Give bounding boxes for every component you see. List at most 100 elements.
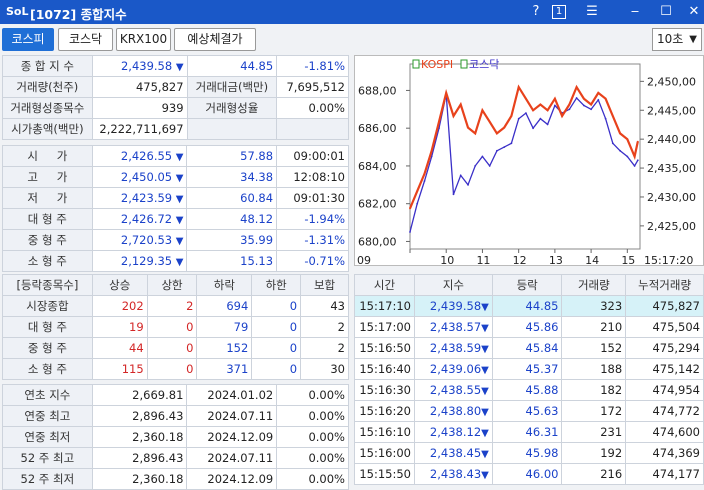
market-cap-label: 시가총액(백만): [2, 118, 93, 140]
data-point: [604, 97, 607, 100]
tick-time: 15:16:40: [354, 358, 415, 380]
yearly-row: 연초 지수 2,669.81 2024.01.02 0.00%: [2, 384, 349, 406]
tick-row[interactable]: 15:16:20 2,438.80▼ 45.63 172 474,772: [354, 400, 704, 422]
price-row: 저 가 2,423.59 ▼ 60.84 09:01:30: [2, 187, 349, 209]
data-point: [633, 155, 636, 158]
yearly-date: 2024.12.09: [186, 468, 278, 490]
left-axis-label: 682,00: [358, 198, 397, 211]
breadth-count: 44: [91, 337, 148, 359]
index-label: 종 합 지 수: [2, 55, 93, 77]
tick-row[interactable]: 15:16:40 2,439.06▼ 45.37 188 475,142: [354, 358, 704, 380]
down-arrow-icon: ▼: [481, 323, 489, 334]
breadth-count: 0: [146, 316, 198, 338]
maximize-button[interactable]: ☐: [657, 3, 675, 21]
tick-row[interactable]: 15:16:30 2,438.55▼ 45.88 182 474,954: [354, 379, 704, 401]
yearly-label: 연중 최고: [2, 405, 93, 427]
data-point: [496, 149, 498, 152]
amount-label: 거래대금(백만): [186, 76, 278, 98]
x-axis-label: 12: [513, 254, 527, 267]
window-number-button[interactable]: 1: [552, 5, 566, 19]
data-point: [532, 109, 534, 112]
down-arrow-icon: ▼: [175, 152, 184, 163]
help-button[interactable]: ?: [527, 3, 545, 21]
breadth-count: 19: [91, 316, 148, 338]
tick-index: 2,438.59▼: [413, 337, 493, 359]
legend-label: 코스닥: [469, 58, 499, 71]
tick-row[interactable]: 15:15:50 2,438.43▼ 46.00 216 474,177: [354, 463, 704, 485]
data-point: [525, 112, 527, 114]
price-change: 34.38: [186, 166, 278, 188]
price-row: 대 형 주 2,426.72 ▼ 48.12 -1.94%: [2, 208, 349, 230]
tab-kospi[interactable]: 코스피: [2, 28, 54, 51]
price-number: 2,423.59: [120, 191, 173, 205]
data-point: [481, 109, 484, 112]
data-point: [546, 109, 549, 112]
tick-index: 2,438.12▼: [413, 421, 493, 443]
left-axis-label: 684,00: [358, 160, 397, 173]
yearly-table: 연초 지수 2,669.81 2024.01.02 0.00% 연중 최고 2,896.4…: [2, 384, 349, 490]
tick-row[interactable]: 15:17:10 2,439.58▼ 44.85 323 475,827: [354, 295, 704, 317]
data-point: [636, 140, 639, 143]
data-point: [416, 190, 419, 193]
data-point: [423, 180, 426, 182]
tick-index-value: 2,438.55: [429, 383, 482, 397]
yearly-row: 52 주 최고 2,896.43 2024.07.11 0.00%: [2, 447, 349, 469]
yearly-label: 52 주 최저: [2, 468, 93, 490]
data-point: [554, 97, 556, 100]
data-point: [611, 142, 614, 145]
breadth-label: 대 형 주: [2, 316, 93, 338]
breadth-label: 소 형 주: [2, 358, 93, 380]
legend-checkbox[interactable]: [412, 59, 420, 69]
tick-volume: 188: [561, 358, 627, 380]
app-logo: SoL: [6, 5, 29, 18]
tick-row[interactable]: 15:16:50 2,438.59▼ 45.84 152 475,294: [354, 337, 704, 359]
tab-krx100[interactable]: KRX100: [116, 28, 171, 51]
price-value: 2,426.72 ▼: [91, 208, 188, 230]
x-axis-label: 11: [476, 254, 490, 267]
tab-kosdaq[interactable]: 코스닥: [58, 28, 113, 51]
data-point: [459, 103, 462, 106]
menu-icon[interactable]: ☰: [583, 3, 601, 21]
legend-checkbox[interactable]: [460, 59, 468, 69]
price-value: 2,423.59 ▼: [91, 187, 188, 209]
price-time: 09:00:01: [276, 145, 349, 167]
tick-change: 45.86: [491, 316, 563, 338]
down-arrow-icon: ▼: [481, 344, 489, 355]
column-header: 누적거래량: [625, 274, 704, 296]
data-point: [554, 104, 556, 107]
down-arrow-icon: ▼: [481, 302, 489, 313]
data-point: [575, 86, 578, 88]
price-time: 09:01:30: [276, 187, 349, 209]
traded-count-value: 939: [91, 97, 188, 119]
tick-index: 2,438.55▼: [413, 379, 493, 401]
minimize-button[interactable]: ‒: [626, 3, 644, 21]
close-button[interactable]: ✕: [685, 3, 703, 21]
down-arrow-icon: ▼: [481, 449, 489, 460]
tick-volume: 323: [561, 295, 627, 317]
tick-row[interactable]: 15:16:00 2,438.45▼ 45.98 192 474,369: [354, 442, 704, 464]
breadth-count: 694: [196, 295, 253, 317]
data-point: [597, 99, 600, 101]
data-point: [636, 159, 639, 162]
tick-cumulative: 475,142: [625, 358, 704, 380]
price-label: 고 가: [2, 166, 93, 188]
interval-select[interactable]: 10초 ▼: [652, 28, 702, 51]
yearly-row: 52 주 최저 2,360.18 2024.12.09 0.00%: [2, 468, 349, 490]
breadth-header: [등락종목수] 상승 상한 하락 하한 보합: [2, 274, 349, 296]
column-header: 상승: [91, 274, 148, 296]
yearly-value: 2,896.43: [91, 447, 188, 469]
tick-time: 15:17:10: [354, 295, 415, 317]
right-axis-label: 2,435,00: [647, 162, 696, 175]
toolbar: 코스피 코스닥 KRX100 예상체결가 10초 ▼: [0, 24, 704, 55]
tick-row[interactable]: 15:16:10 2,438.12▼ 46.31 231 474,600: [354, 421, 704, 443]
data-point: [525, 97, 527, 100]
tick-row[interactable]: 15:17:00 2,438.57▼ 45.86 210 475,504: [354, 316, 704, 338]
tick-index-value: 2,438.80: [429, 404, 482, 418]
yearly-pct: 0.00%: [276, 384, 349, 406]
breadth-count: 0: [251, 337, 302, 359]
tab-expected-price[interactable]: 예상체결가: [174, 28, 256, 51]
price-row: 시 가 2,426.55 ▼ 57.88 09:00:01: [2, 145, 349, 167]
column-header: 지수: [413, 274, 493, 296]
tick-volume: 210: [561, 316, 627, 338]
tick-volume: 152: [561, 337, 627, 359]
